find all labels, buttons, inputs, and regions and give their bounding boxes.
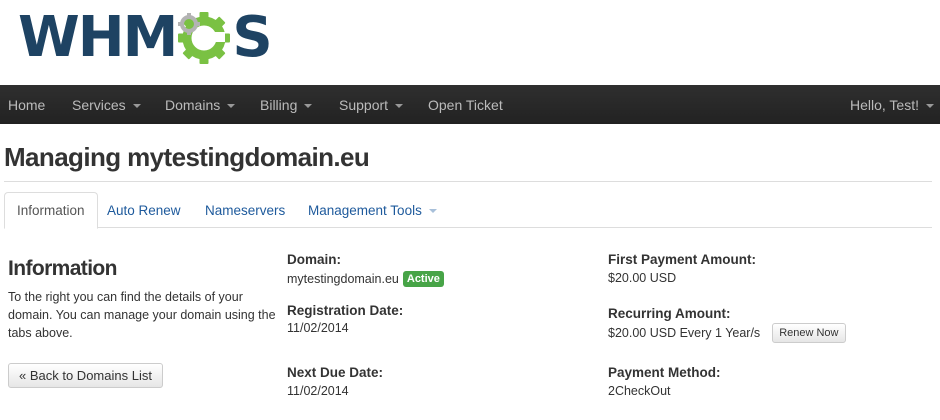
nav-billing[interactable]: Billing (260, 85, 313, 124)
gear-icon (177, 11, 231, 65)
whmcs-logo[interactable]: WHM S (18, 5, 273, 70)
registration-date-value: 11/02/2014 (287, 321, 349, 335)
domain-value: mytestingdomain.eu (287, 272, 399, 286)
nav-services-label: Services (72, 96, 126, 113)
payment-method-label: Payment Method: (608, 365, 721, 380)
nav-user-menu[interactable]: Hello, Test! (850, 85, 934, 124)
next-due-date-value: 11/02/2014 (287, 384, 349, 398)
domain-label: Domain: (287, 252, 341, 267)
tab-management-tools[interactable]: Management Tools (296, 192, 449, 228)
recurring-amount-label: Recurring Amount: (608, 306, 731, 321)
main-navbar: Home Services Domains Billing Support Op… (0, 85, 940, 124)
logo-text-left: WHM (18, 5, 178, 70)
nav-support-label: Support (339, 96, 389, 113)
tab-nameservers[interactable]: Nameservers (193, 192, 297, 228)
nav-open-ticket-label: Open Ticket (428, 96, 503, 113)
recurring-amount-value: $20.00 USD Every 1 Year/s (608, 326, 761, 340)
tab-nameservers-label: Nameservers (205, 202, 286, 218)
tab-information-label: Information (17, 203, 85, 218)
caret-down-icon (304, 103, 313, 108)
caret-down-icon (395, 103, 404, 108)
tab-management-tools-label: Management Tools (308, 202, 422, 218)
information-description: To the right you can find the details of… (8, 290, 276, 340)
caret-down-icon (227, 103, 236, 108)
tab-auto-renew-label: Auto Renew (107, 202, 181, 218)
nav-home-label: Home (8, 96, 46, 113)
caret-down-icon (428, 209, 437, 213)
nav-user-label: Hello, Test! (850, 96, 919, 113)
logo-text-right: S (232, 5, 272, 70)
nav-support[interactable]: Support (339, 85, 404, 124)
first-payment-label: First Payment Amount: (608, 252, 757, 267)
tab-information[interactable]: Information (4, 192, 98, 229)
registration-date-label: Registration Date: (287, 303, 404, 318)
nav-open-ticket[interactable]: Open Ticket (428, 85, 503, 124)
status-badge: Active (402, 271, 444, 287)
nav-services[interactable]: Services (72, 85, 141, 124)
nav-domains-label: Domains (165, 96, 221, 113)
back-to-domains-label: « Back to Domains List (19, 368, 152, 383)
caret-down-icon (926, 103, 934, 108)
title-divider (4, 181, 932, 182)
next-due-date-label: Next Due Date: (287, 365, 384, 380)
nav-billing-label: Billing (260, 96, 298, 113)
domain-value-row: mytestingdomain.eu Active (287, 271, 444, 287)
payment-method-value: 2CheckOut (608, 384, 671, 398)
back-to-domains-button[interactable]: « Back to Domains List (8, 363, 163, 388)
domain-tabs: Information Auto Renew Nameservers Manag… (4, 192, 932, 229)
nav-domains[interactable]: Domains (165, 85, 236, 124)
renew-now-button[interactable]: Renew Now (772, 323, 846, 343)
recurring-amount-row: $20.00 USD Every 1 Year/s Renew Now (608, 323, 846, 343)
first-payment-value: $20.00 USD (608, 271, 677, 285)
caret-down-icon (132, 103, 141, 108)
information-heading: Information (8, 257, 117, 280)
tab-auto-renew[interactable]: Auto Renew (95, 192, 193, 228)
page-title: Managing mytestingdomain.eu (4, 142, 370, 172)
nav-home[interactable]: Home (8, 85, 45, 124)
